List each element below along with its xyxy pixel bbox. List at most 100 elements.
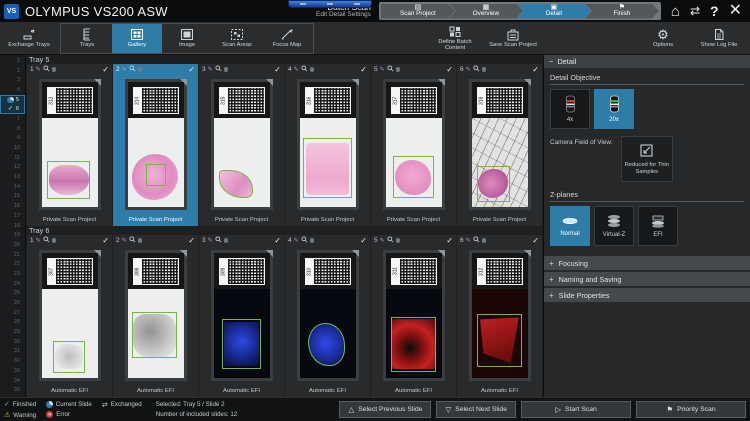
info-icon[interactable] <box>396 238 401 243</box>
objective-20x-button[interactable]: 20x <box>594 89 634 129</box>
select-next-slide-button[interactable]: ▽Select Next Slide <box>436 401 516 418</box>
magnifier-icon[interactable] <box>43 65 50 74</box>
scan-roi-rectangle[interactable] <box>391 317 436 372</box>
slide-card-tray5-3[interactable]: 3 ✎ ✓ 315 Private Scan Pro <box>199 64 284 226</box>
info-icon[interactable] <box>396 67 401 72</box>
tray-strip-item-29[interactable]: 29 <box>0 327 25 337</box>
included-check-icon[interactable]: ✓ <box>274 65 281 74</box>
slide-card-tray6-1[interactable]: 1 ✎ ✓ 307 Automatic EFI <box>27 235 112 397</box>
gallery-button[interactable]: Gallery <box>112 24 162 53</box>
included-check-icon[interactable]: ✓ <box>274 236 281 245</box>
tray-strip-item-18[interactable]: 18 <box>0 221 25 231</box>
detail-panel-header[interactable]: − Detail <box>544 55 750 68</box>
save-scan-project-button[interactable]: Save Scan Project <box>488 24 538 53</box>
start-scan-button[interactable]: ▷Start Scan <box>521 401 631 418</box>
slide-image-area[interactable]: 315 <box>199 75 284 214</box>
scan-roi-rectangle[interactable] <box>222 319 261 369</box>
info-icon[interactable] <box>310 238 315 243</box>
info-icon[interactable] <box>482 67 487 72</box>
image-button[interactable]: Image <box>162 24 212 53</box>
tray-strip-item-26[interactable]: 26 <box>0 298 25 308</box>
magnifier-icon[interactable] <box>43 236 50 245</box>
slide-card-tray5-6[interactable]: 6 ✎ ✓ 318 Private Scan Pro <box>457 64 542 226</box>
tray-strip-item-9[interactable]: 9 <box>0 134 25 144</box>
magnifier-icon[interactable] <box>129 65 136 74</box>
slide-card-tray6-4[interactable]: 4 ✎ ✓ 310 Automatic EFI <box>285 235 370 397</box>
options-button[interactable]: ⚙ Options <box>638 24 688 53</box>
select-previous-slide-button[interactable]: △Select Previous Slide <box>339 401 431 418</box>
edit-pen-icon[interactable]: ✎ <box>380 67 385 73</box>
info-icon[interactable] <box>482 238 487 243</box>
slide-card-tray6-3[interactable]: 3 ✎ ✓ 309 Automatic EFI <box>199 235 284 397</box>
magnifier-icon[interactable] <box>387 236 394 245</box>
tray-strip-item-30[interactable]: 30 <box>0 337 25 347</box>
slide-image-area[interactable]: 309 <box>199 246 284 385</box>
zplane-normal-button[interactable]: Normal <box>550 206 590 246</box>
included-check-icon[interactable]: ✓ <box>532 236 539 245</box>
included-check-icon[interactable]: ✓ <box>188 236 195 245</box>
tray-strip-item-34[interactable]: 34 <box>0 376 25 386</box>
tray-strip-item-19[interactable]: 19 <box>0 230 25 240</box>
edit-pen-icon[interactable]: ✎ <box>466 238 471 244</box>
tray-strip-item-14[interactable]: 14 <box>0 182 25 192</box>
included-check-icon[interactable]: ✓ <box>360 65 367 74</box>
slide-image-area[interactable]: 318 <box>457 75 542 214</box>
magnifier-icon[interactable] <box>387 65 394 74</box>
included-check-icon[interactable]: ✓ <box>360 236 367 245</box>
tray-strip-item-17[interactable]: 17 <box>0 211 25 221</box>
info-icon[interactable] <box>138 67 143 72</box>
slide-image-area[interactable]: 307 <box>27 246 112 385</box>
included-check-icon[interactable]: ✓ <box>188 65 195 74</box>
trays-button[interactable]: Trays <box>62 24 112 53</box>
slide-image-area[interactable]: 308 <box>113 246 198 385</box>
step-finish[interactable]: ⚑Finish <box>585 4 659 19</box>
step-overview[interactable]: ▦Overview <box>449 4 523 19</box>
focusing-section[interactable]: + Focusing <box>544 256 750 270</box>
exchange-icon[interactable]: ⇄ <box>690 5 700 17</box>
edit-pen-icon[interactable]: ✎ <box>122 238 127 244</box>
info-icon[interactable] <box>52 238 57 243</box>
tray-strip-item-27[interactable]: 27 <box>0 308 25 318</box>
scan-roi-rectangle[interactable] <box>146 164 166 185</box>
slide-card-tray5-5[interactable]: 5 ✎ ✓ 317 Private Scan Pro <box>371 64 456 226</box>
step-scan-project[interactable]: ▤Scan Project <box>381 4 455 19</box>
tray-strip-item-8[interactable]: 8 <box>0 124 25 134</box>
slide-card-tray6-6[interactable]: 6 ✎ ✓ 312 Automatic EFI <box>457 235 542 397</box>
show-log-file-button[interactable]: Show Log File <box>694 24 744 53</box>
close-icon[interactable]: ✕ <box>729 3 742 19</box>
magnifier-icon[interactable] <box>301 236 308 245</box>
tray-strip-item-1[interactable]: 1 <box>0 56 25 66</box>
zplane-virtualz-button[interactable]: Virtual-Z <box>594 206 634 246</box>
step-detail[interactable]: ▣Detail <box>517 4 591 19</box>
tray-strip-item-10[interactable]: 10 <box>0 143 25 153</box>
tray-strip-item-11[interactable]: 11 <box>0 153 25 163</box>
slide-card-tray5-2[interactable]: 2 ✎ ✓ 314 Private Scan Pro <box>113 64 198 226</box>
tray-strip-item-15[interactable]: 15 <box>0 192 25 202</box>
slide-image-area[interactable]: 316 <box>285 75 370 214</box>
magnifier-icon[interactable] <box>215 65 222 74</box>
slide-properties-section[interactable]: + Slide Properties <box>544 288 750 302</box>
priority-scan-button[interactable]: ⚑Priority Scan <box>636 401 746 418</box>
reduced-fov-button[interactable]: Reduced for Thin Samples <box>621 136 673 182</box>
tray-strip-item-21[interactable]: 21 <box>0 250 25 260</box>
tray-strip-item-23[interactable]: 23 <box>0 269 25 279</box>
slide-card-tray5-4[interactable]: 4 ✎ ✓ 316 Private Scan Pro <box>285 64 370 226</box>
define-batch-content-button[interactable]: Define Batch Content <box>430 24 480 53</box>
zplane-efi-button[interactable]: EFI <box>638 206 678 246</box>
info-icon[interactable] <box>52 67 57 72</box>
tray-strip-item-2[interactable]: 2 <box>0 66 25 76</box>
edit-pen-icon[interactable]: ✎ <box>36 238 41 244</box>
edit-pen-icon[interactable]: ✎ <box>380 238 385 244</box>
tray-strip-item-22[interactable]: 22 <box>0 259 25 269</box>
tray-strip-item-35[interactable]: 35 <box>0 385 25 395</box>
magnifier-icon[interactable] <box>473 65 480 74</box>
tray-strip-item-4[interactable]: 4 <box>0 85 25 95</box>
info-icon[interactable] <box>310 67 315 72</box>
included-check-icon[interactable]: ✓ <box>446 65 453 74</box>
slide-image-area[interactable]: 310 <box>285 246 370 385</box>
info-icon[interactable] <box>138 238 143 243</box>
magnifier-icon[interactable] <box>473 236 480 245</box>
slide-card-tray6-2[interactable]: 2 ✎ ✓ 308 Automatic EFI <box>113 235 198 397</box>
slide-image-area[interactable]: 313 <box>27 75 112 214</box>
tray-strip-item-13[interactable]: 13 <box>0 172 25 182</box>
